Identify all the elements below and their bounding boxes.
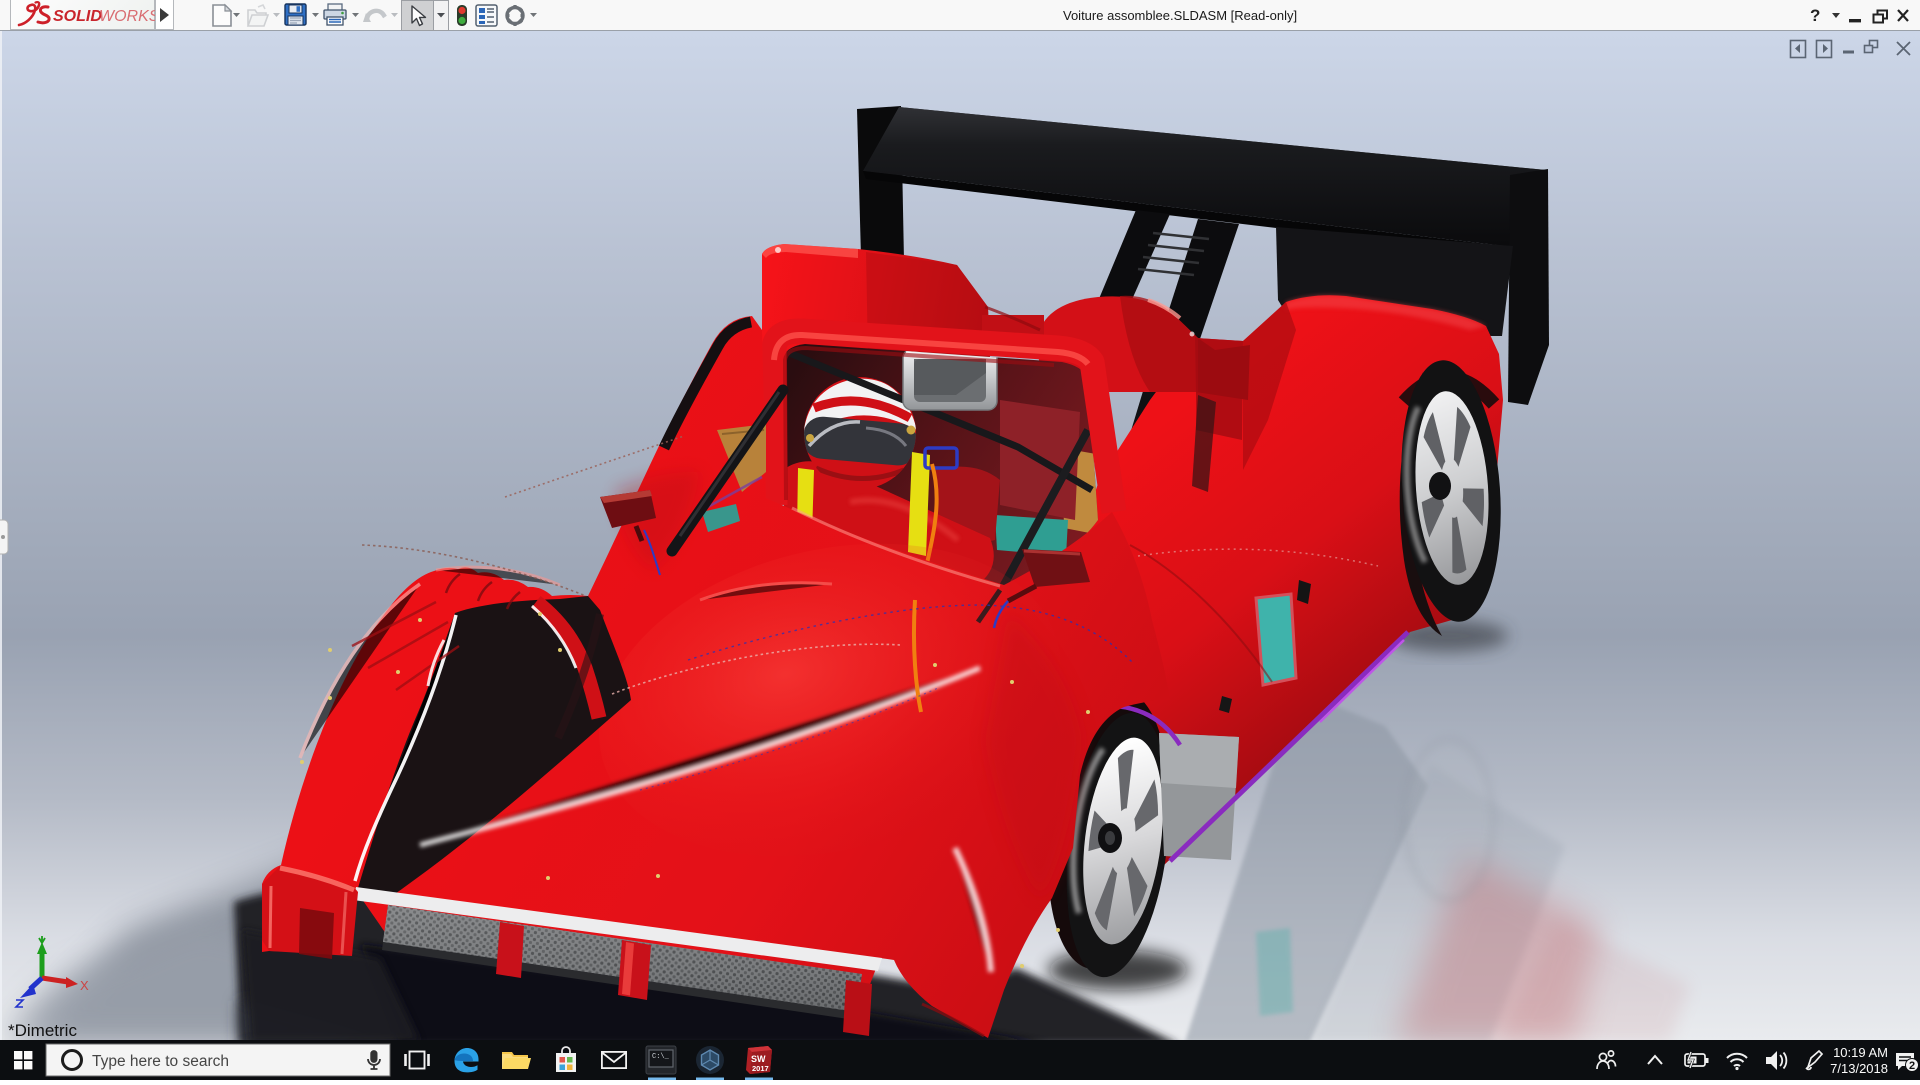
svg-text:Type here to search: Type here to search bbox=[92, 1053, 229, 1070]
svg-text:2017: 2017 bbox=[752, 1064, 769, 1073]
svg-text:*Dimetric: *Dimetric bbox=[8, 1021, 77, 1040]
svg-text:WORKS: WORKS bbox=[99, 8, 157, 25]
svg-text:SOLID: SOLID bbox=[53, 8, 102, 25]
svg-text:C:\_: C:\_ bbox=[652, 1053, 670, 1061]
svg-text:2: 2 bbox=[1909, 1060, 1915, 1072]
svg-text:10:19 AM: 10:19 AM bbox=[1833, 1045, 1888, 1060]
svg-text:SW: SW bbox=[751, 1054, 766, 1064]
svg-text:X: X bbox=[80, 978, 89, 993]
svg-text:7/13/2018: 7/13/2018 bbox=[1830, 1061, 1888, 1076]
